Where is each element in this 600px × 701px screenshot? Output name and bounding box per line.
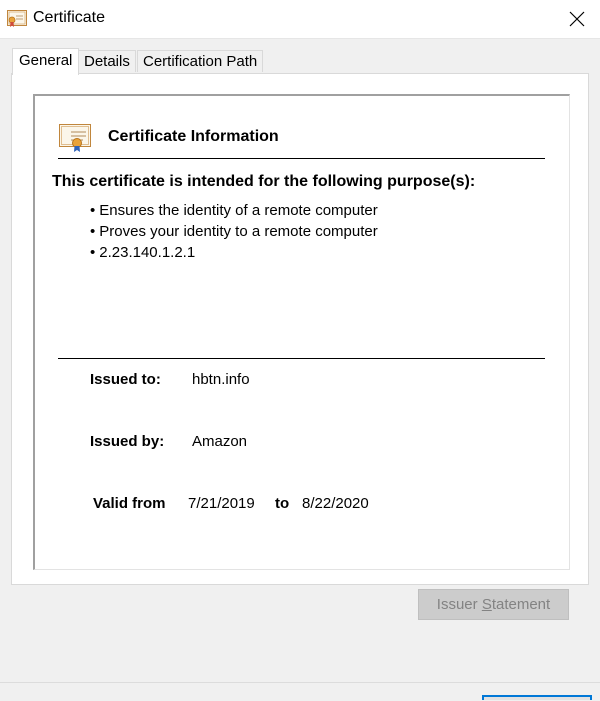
- purpose-heading: This certificate is intended for the fol…: [52, 173, 476, 190]
- valid-from-label: Valid from: [93, 495, 166, 512]
- tab-panel-general: Certificate Information This certificate…: [11, 73, 589, 585]
- certificate-info-box: Certificate Information This certificate…: [33, 94, 570, 570]
- window-title: Certificate: [33, 9, 106, 26]
- issuer-statement-button[interactable]: Issuer Statement: [418, 589, 569, 620]
- tab-certification-path[interactable]: Certification Path: [137, 50, 264, 72]
- issuer-statement-label-post: tatement: [491, 596, 551, 613]
- list-item: Ensures the identity of a remote compute…: [90, 200, 377, 221]
- certificate-icon: [7, 10, 27, 28]
- valid-to-label: to: [275, 495, 290, 512]
- list-item: Proves your identity to a remote compute…: [90, 221, 378, 242]
- issued-by-value: Amazon: [192, 433, 248, 450]
- issuer-statement-accel-key: S: [481, 596, 492, 613]
- certificate-icon: [59, 124, 93, 152]
- issued-to-label: Issued to:: [90, 371, 161, 388]
- purpose-list: Ensures the identity of a remote compute…: [90, 200, 378, 263]
- ok-button[interactable]: [482, 695, 592, 700]
- divider: [58, 158, 545, 159]
- issued-to-value: hbtn.info: [192, 371, 250, 388]
- issued-by-label: Issued by:: [90, 433, 165, 450]
- close-button[interactable]: [554, 0, 600, 38]
- valid-to-value: 8/22/2020: [302, 495, 369, 512]
- tab-details[interactable]: Details: [78, 50, 136, 72]
- divider: [58, 358, 545, 359]
- title-bar: Certificate: [0, 0, 600, 39]
- valid-from-value: 7/21/2019: [188, 495, 255, 512]
- close-icon: [569, 11, 585, 27]
- list-item: 2.23.140.1.2.1: [90, 242, 378, 263]
- issuer-statement-label-pre: Issuer: [436, 596, 482, 613]
- tab-general[interactable]: General: [12, 48, 80, 75]
- certificate-info-title: Certificate Information: [108, 128, 279, 145]
